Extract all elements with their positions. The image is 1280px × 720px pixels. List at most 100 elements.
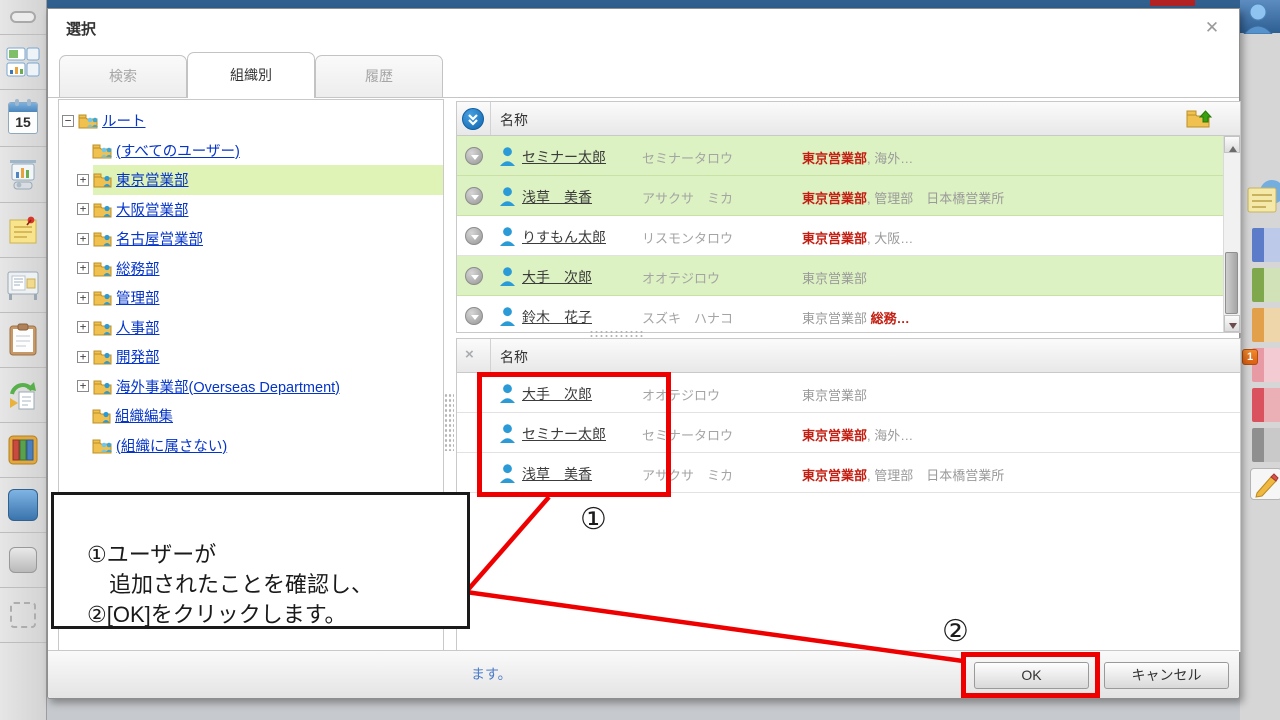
tree-link[interactable]: 東京営業部 xyxy=(116,169,189,190)
tree-link[interactable]: 大阪営業部 xyxy=(116,199,189,220)
user-row[interactable]: 大手 次郎 オオテジロウ 東京営業部 xyxy=(457,256,1225,296)
tab-search[interactable]: 検索 xyxy=(59,55,187,97)
right-rail-tab-blue[interactable] xyxy=(1252,228,1280,262)
available-list-scrollbar[interactable] xyxy=(1223,136,1240,332)
expand-toggle-icon[interactable]: + xyxy=(77,321,89,334)
tree-item-root[interactable]: − ルート xyxy=(59,106,443,136)
user-name-link[interactable]: 大手 次郎 xyxy=(522,384,592,404)
tree-item-org-edit[interactable]: 組織編集 xyxy=(59,401,443,431)
tree-item-administration[interactable]: + 管理部 xyxy=(59,283,443,313)
move-down-icon[interactable] xyxy=(465,187,483,205)
selected-user-row[interactable]: セミナー太郎 セミナータロウ 東京営業部, 海外… xyxy=(457,413,1240,453)
tree-item-tokyo-sales[interactable]: + 東京営業部 xyxy=(59,165,443,195)
rail-item-presentation[interactable] xyxy=(0,147,46,203)
user-name-link[interactable]: りすもん太郎 xyxy=(522,227,606,247)
user-org-primary: 東京営業部 xyxy=(802,271,868,286)
user-row[interactable]: セミナー太郎 セミナータロウ 東京営業部, 海外… xyxy=(457,136,1225,176)
user-org-primary: 東京営業部 xyxy=(802,468,868,483)
rail-item-calendar[interactable]: 15 xyxy=(0,90,46,147)
notification-note-icon[interactable]: 1 xyxy=(1242,176,1280,365)
move-down-icon[interactable] xyxy=(465,147,483,165)
name-column-header: 名称 xyxy=(500,349,528,365)
user-name-link[interactable]: 鈴木 花子 xyxy=(522,307,592,327)
user-name-link[interactable]: 浅草 美香 xyxy=(522,187,592,207)
add-all-down-icon[interactable] xyxy=(462,108,484,130)
user-org-secondary: , 海外… xyxy=(867,428,914,443)
tree-item-osaka-sales[interactable]: + 大阪営業部 xyxy=(59,195,443,225)
move-down-icon[interactable] xyxy=(465,267,483,285)
bookshelf-icon xyxy=(8,435,38,465)
name-column-header: 名称 xyxy=(500,112,528,128)
expand-toggle-icon[interactable]: + xyxy=(77,203,89,216)
user-row[interactable]: 鈴木 花子 スズキ ハナコ 東京営業部 総務… xyxy=(457,296,1225,332)
close-icon[interactable]: ✕ xyxy=(1201,17,1223,39)
collapse-toggle-icon[interactable]: − xyxy=(62,114,74,127)
expand-toggle-icon[interactable]: + xyxy=(77,232,89,245)
user-kana: オオテジロウ xyxy=(642,388,721,403)
vertical-splitter-handle[interactable] xyxy=(444,393,454,451)
tree-link[interactable]: 組織編集 xyxy=(115,405,173,426)
folder-person-icon xyxy=(93,321,112,336)
rail-item-app-blue[interactable] xyxy=(0,478,46,533)
rail-collapse-button[interactable] xyxy=(0,0,46,35)
rail-item-memo[interactable] xyxy=(0,203,46,258)
expand-toggle-icon[interactable]: + xyxy=(77,380,89,393)
move-down-icon[interactable] xyxy=(465,307,483,325)
user-org-primary: 東京営業部 xyxy=(802,151,868,166)
user-name-link[interactable]: セミナー太郎 xyxy=(522,147,606,167)
remove-all-icon[interactable]: × xyxy=(465,346,474,363)
tree-link[interactable]: 開発部 xyxy=(116,346,160,367)
tree-item-general-affairs[interactable]: + 総務部 xyxy=(59,254,443,284)
notification-badge: 1 xyxy=(1242,349,1258,365)
tab-history[interactable]: 履歴 xyxy=(315,55,443,97)
tree-link[interactable]: (すべてのユーザー) xyxy=(116,140,240,161)
scroll-up-icon[interactable] xyxy=(1224,136,1240,153)
rail-item-report[interactable] xyxy=(0,313,46,368)
tree-item-overseas[interactable]: + 海外事業部(Overseas Department) xyxy=(59,372,443,402)
rail-item-workflow[interactable] xyxy=(0,368,46,423)
rail-item-empty-slot[interactable] xyxy=(0,588,46,643)
tree-item-development[interactable]: + 開発部 xyxy=(59,342,443,372)
user-name-link[interactable]: セミナー太郎 xyxy=(522,424,606,444)
dialog-footer: ます。 OK キャンセル xyxy=(48,650,1239,698)
user-row[interactable]: 浅草 美香 アサクサ ミカ 東京営業部, 管理部 日本橋営業所 xyxy=(457,176,1225,216)
rail-item-bulletin[interactable] xyxy=(0,258,46,313)
tree-link[interactable]: 人事部 xyxy=(116,317,160,338)
expand-toggle-icon[interactable]: + xyxy=(77,350,89,363)
scrollbar-thumb[interactable] xyxy=(1225,252,1238,314)
user-row[interactable]: りすもん太郎 リスモンタロウ 東京営業部, 大阪… xyxy=(457,216,1225,256)
add-folder-icon[interactable] xyxy=(1185,107,1213,129)
tree-item-all-users[interactable]: (すべてのユーザー) xyxy=(59,136,443,166)
rail-item-app-gray[interactable] xyxy=(0,533,46,588)
tree-link[interactable]: (組織に属さない) xyxy=(116,435,227,456)
selected-user-row[interactable]: 浅草 美香 アサクサ ミカ 東京営業部, 管理部 日本橋営業所 xyxy=(457,453,1240,493)
right-rail-tab-red[interactable] xyxy=(1252,388,1280,422)
scroll-down-icon[interactable] xyxy=(1224,315,1240,332)
tree-link[interactable]: 総務部 xyxy=(116,258,160,279)
rail-item-portal[interactable] xyxy=(0,35,46,90)
folder-person-icon xyxy=(93,203,112,218)
tab-by-organization[interactable]: 組織別 xyxy=(187,52,315,98)
tree-item-unassigned[interactable]: (組織に属さない) xyxy=(59,431,443,461)
selected-user-row[interactable]: 大手 次郎 オオテジロウ 東京営業部 xyxy=(457,373,1240,413)
user-name-link[interactable]: 浅草 美香 xyxy=(522,464,592,484)
user-name-link[interactable]: 大手 次郎 xyxy=(522,267,592,287)
cancel-button[interactable]: キャンセル xyxy=(1104,662,1229,689)
expand-toggle-icon[interactable]: + xyxy=(77,291,89,304)
user-org-primary: 東京営業部 xyxy=(802,428,868,443)
right-rail-tab-green[interactable] xyxy=(1252,268,1280,302)
tree-link[interactable]: 名古屋営業部 xyxy=(116,228,203,249)
expand-toggle-icon[interactable]: + xyxy=(77,173,89,186)
tree-item-nagoya-sales[interactable]: + 名古屋営業部 xyxy=(59,224,443,254)
expand-toggle-icon[interactable]: + xyxy=(77,262,89,275)
edit-pencil-icon[interactable] xyxy=(1250,468,1280,500)
tree-link[interactable]: ルート xyxy=(102,110,146,131)
tree-item-hr[interactable]: + 人事部 xyxy=(59,313,443,343)
right-rail-tab-gray[interactable] xyxy=(1252,428,1280,462)
rail-item-cabinet[interactable] xyxy=(0,423,46,478)
right-rail-tab-orange[interactable] xyxy=(1252,308,1280,342)
move-down-icon[interactable] xyxy=(465,227,483,245)
tree-link[interactable]: 海外事業部(Overseas Department) xyxy=(116,376,340,397)
tree-link[interactable]: 管理部 xyxy=(116,287,160,308)
ok-button[interactable]: OK xyxy=(974,662,1089,689)
